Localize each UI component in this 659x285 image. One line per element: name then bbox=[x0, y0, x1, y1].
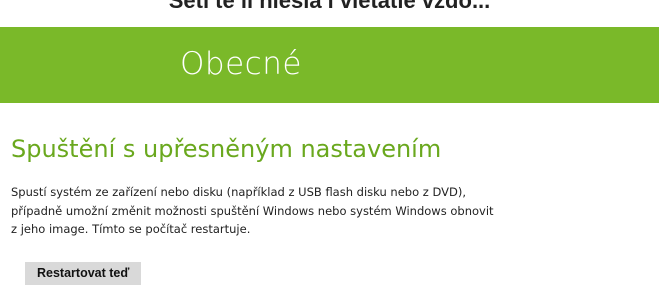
restart-now-button[interactable]: Restartovat teď bbox=[25, 262, 142, 285]
advanced-startup-description: Spustí systém ze zařízení nebo disku (na… bbox=[11, 183, 651, 239]
advanced-startup-heading: Spuštění s upřesněným nastavením bbox=[11, 135, 442, 163]
page-title: Obecné bbox=[180, 46, 302, 82]
settings-page: Setí te li niesia i vietatie vzdo... Obe… bbox=[0, 0, 659, 285]
cutoff-previous-text: Setí te li niesia i vietatie vzdo... bbox=[168, 0, 491, 13]
header-band: Obecné bbox=[0, 27, 659, 103]
description-line: Spustí systém ze zařízení nebo disku (na… bbox=[11, 185, 466, 199]
description-line: z jeho image. Tímto se počítač restartuj… bbox=[11, 222, 251, 236]
description-line: případně umožní změnit možnosti spuštění… bbox=[11, 203, 494, 218]
